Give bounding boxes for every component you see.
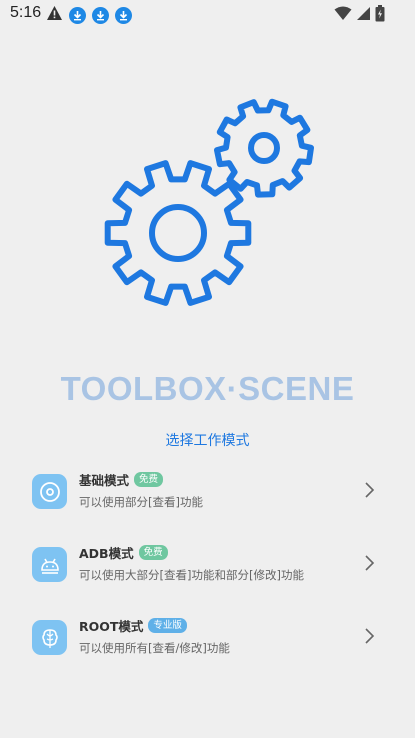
download-icon [92,6,109,24]
mode-description: 可以使用所有[查看/修改]功能 [79,641,230,655]
pro-badge: 专业版 [148,618,187,633]
status-time: 5:16 [10,4,42,21]
mode-adb[interactable]: ADB模式 免费 可以使用大部分[查看]功能和部分[修改]功能 [0,543,415,603]
free-badge: 免费 [138,545,168,560]
status-bar: 5:16 [0,0,415,28]
wifi-icon [334,6,352,25]
mode-title: ROOT模式 [79,619,144,634]
download-icon [115,6,132,24]
disc-icon [32,474,67,509]
system-icons [334,5,385,26]
chevron-right-icon [364,554,376,576]
small-gear-icon [214,98,314,198]
mode-title: ADB模式 [79,546,134,561]
brain-icon [32,620,67,655]
signal-icon [356,6,371,25]
free-badge: 免费 [134,472,164,487]
gears-illustration [98,96,318,314]
mode-description: 可以使用大部分[查看]功能和部分[修改]功能 [79,568,304,582]
chevron-right-icon [364,627,376,649]
battery-icon [375,5,385,26]
android-icon [32,547,67,582]
app-title: TOOLBOX·SCENE [60,370,355,407]
download-icon [69,6,86,24]
subtitle: 选择工作模式 [165,433,250,449]
mode-description: 可以使用部分[查看]功能 [79,495,203,509]
chevron-right-icon [364,481,376,503]
large-gear-icon [104,160,252,306]
mode-title: 基础模式 [79,473,130,488]
warning-icon [46,5,63,25]
mode-basic[interactable]: 基础模式 免费 可以使用部分[查看]功能 [0,470,415,530]
notification-icons [46,5,132,25]
mode-root[interactable]: ROOT模式 专业版 可以使用所有[查看/修改]功能 [0,616,415,676]
